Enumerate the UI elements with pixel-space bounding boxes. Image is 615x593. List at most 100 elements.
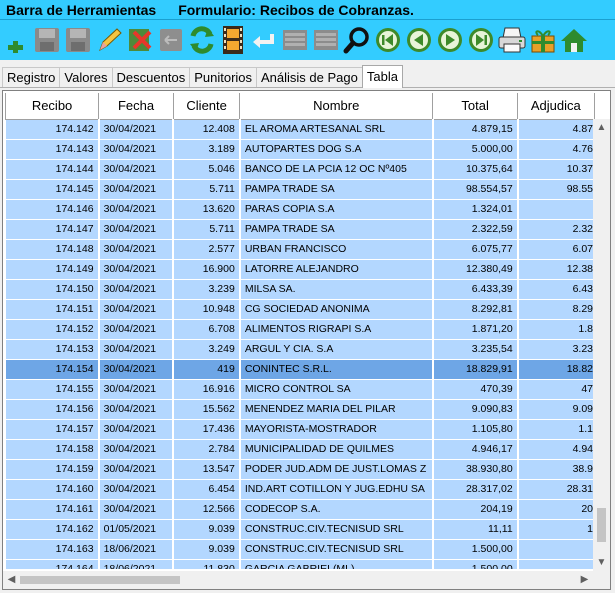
cell-recibo[interactable]: 174.164 bbox=[5, 558, 100, 569]
column-header-fecha[interactable]: Fecha bbox=[98, 93, 174, 120]
cell-total[interactable]: 204,19 bbox=[432, 498, 519, 520]
table-row[interactable]: 174.150 30/04/2021 3.239 MILSA SA. 6.433,39 6… bbox=[5, 278, 595, 300]
cell-adjudica[interactable]: 1.8 bbox=[517, 318, 595, 340]
cell-recibo[interactable]: 174.149 bbox=[5, 258, 100, 280]
cell-fecha[interactable]: 30/04/2021 bbox=[98, 278, 175, 300]
table-row[interactable]: 174.142 30/04/2021 12.408 EL AROMA ARTESANA… bbox=[5, 118, 595, 140]
cell-cliente[interactable]: 9.039 bbox=[172, 518, 241, 540]
cell-nombre[interactable]: LATORRE ALEJANDRO bbox=[239, 258, 434, 280]
cell-adjudica[interactable] bbox=[517, 538, 595, 560]
cell-recibo[interactable]: 174.144 bbox=[5, 158, 100, 180]
cell-fecha[interactable]: 30/04/2021 bbox=[98, 178, 175, 200]
next-record-button[interactable] bbox=[434, 23, 465, 57]
cell-total[interactable]: 4.879,15 bbox=[432, 118, 519, 140]
cell-fecha[interactable]: 30/04/2021 bbox=[98, 498, 175, 520]
cell-fecha[interactable]: 30/04/2021 bbox=[98, 198, 175, 220]
cell-fecha[interactable]: 30/04/2021 bbox=[98, 378, 175, 400]
cell-cliente[interactable]: 3.239 bbox=[172, 278, 241, 300]
cell-recibo[interactable]: 174.143 bbox=[5, 138, 100, 160]
cell-nombre[interactable]: ARGUL Y CIA. S.A bbox=[239, 338, 434, 360]
cell-nombre[interactable]: ALIMENTOS RIGRAPI S.A bbox=[239, 318, 434, 340]
cell-cliente[interactable]: 16.916 bbox=[172, 378, 241, 400]
cell-adjudica[interactable]: 3.23 bbox=[517, 338, 595, 360]
cell-adjudica[interactable]: 4.94 bbox=[517, 438, 595, 460]
cell-nombre[interactable]: AUTOPARTES DOG S.A bbox=[239, 138, 434, 160]
cell-adjudica[interactable]: 10.37 bbox=[517, 158, 595, 180]
cell-recibo[interactable]: 174.159 bbox=[5, 458, 100, 480]
cell-total[interactable]: 6.433,39 bbox=[432, 278, 519, 300]
cell-cliente[interactable]: 419 bbox=[172, 358, 241, 380]
horizontal-scroll-thumb[interactable] bbox=[20, 576, 180, 584]
cell-nombre[interactable]: CODECOP S.A. bbox=[239, 498, 434, 520]
cell-nombre[interactable]: PARAS COPIA S.A bbox=[239, 198, 434, 220]
cell-adjudica[interactable]: 9.09 bbox=[517, 398, 595, 420]
cell-fecha[interactable]: 01/05/2021 bbox=[98, 518, 175, 540]
cell-nombre[interactable]: URBAN FRANCISCO bbox=[239, 238, 434, 260]
table-row[interactable]: 174.162 01/05/2021 9.039 CONSTRUC.CIV.TECNI… bbox=[5, 518, 595, 540]
cell-adjudica[interactable]: 20 bbox=[517, 498, 595, 520]
add-button[interactable] bbox=[0, 23, 31, 57]
cell-cliente[interactable]: 6.708 bbox=[172, 318, 241, 340]
cell-recibo[interactable]: 174.151 bbox=[5, 298, 100, 320]
cell-nombre[interactable]: PAMPA TRADE SA bbox=[239, 178, 434, 200]
cell-fecha[interactable]: 30/04/2021 bbox=[98, 158, 175, 180]
cell-recibo[interactable]: 174.154 bbox=[5, 358, 100, 380]
cell-cliente[interactable]: 5.711 bbox=[172, 218, 241, 240]
cell-adjudica[interactable]: 1.1 bbox=[517, 418, 595, 440]
cell-adjudica[interactable]: 28.31 bbox=[517, 478, 595, 500]
cell-adjudica[interactable]: 47 bbox=[517, 378, 595, 400]
gift-button[interactable] bbox=[527, 23, 558, 57]
cell-fecha[interactable]: 30/04/2021 bbox=[98, 318, 175, 340]
table-row[interactable]: 174.149 30/04/2021 16.900 LATORRE ALEJANDRO… bbox=[5, 258, 595, 280]
cell-total[interactable]: 4.946,17 bbox=[432, 438, 519, 460]
cell-total[interactable]: 98.554,57 bbox=[432, 178, 519, 200]
cell-recibo[interactable]: 174.147 bbox=[5, 218, 100, 240]
table-row[interactable]: 174.156 30/04/2021 15.562 MENENDEZ MARIA DE… bbox=[5, 398, 595, 420]
table-row[interactable]: 174.145 30/04/2021 5.711 PAMPA TRADE SA 98.5… bbox=[5, 178, 595, 200]
cell-total[interactable]: 1.324,01 bbox=[432, 198, 519, 220]
cell-fecha[interactable]: 30/04/2021 bbox=[98, 398, 175, 420]
vertical-scroll-thumb[interactable] bbox=[597, 508, 606, 543]
refresh-button[interactable] bbox=[186, 23, 217, 57]
cell-total[interactable]: 1.871,20 bbox=[432, 318, 519, 340]
cell-total[interactable]: 1.105,80 bbox=[432, 418, 519, 440]
cell-recibo[interactable]: 174.160 bbox=[5, 478, 100, 500]
film-button[interactable] bbox=[217, 23, 248, 57]
tab-tabla[interactable]: Tabla bbox=[361, 65, 403, 88]
scroll-down-icon[interactable]: ▼ bbox=[593, 554, 610, 571]
table-row[interactable]: 174.143 30/04/2021 3.189 AUTOPARTES DOG S.A… bbox=[5, 138, 595, 160]
cell-cliente[interactable]: 12.408 bbox=[172, 118, 241, 140]
cell-nombre[interactable]: PODER JUD.ADM DE JUST.LOMAS Z bbox=[239, 458, 434, 480]
cell-fecha[interactable]: 30/04/2021 bbox=[98, 438, 175, 460]
cell-adjudica[interactable]: 1 bbox=[517, 518, 595, 540]
cell-total[interactable]: 2.322,59 bbox=[432, 218, 519, 240]
cell-recibo[interactable]: 174.162 bbox=[5, 518, 100, 540]
scroll-right-icon[interactable]: ▶ bbox=[576, 571, 593, 589]
table-row[interactable]: 174.147 30/04/2021 5.711 PAMPA TRADE SA 2.32… bbox=[5, 218, 595, 240]
cell-adjudica[interactable]: 6.07 bbox=[517, 238, 595, 260]
cell-nombre[interactable]: EL AROMA ARTESANAL SRL bbox=[239, 118, 434, 140]
vertical-scrollbar[interactable]: ▲ ▼ bbox=[593, 119, 610, 571]
tab-an-lisis-de-pago[interactable]: Análisis de Pago bbox=[256, 67, 363, 87]
cell-recibo[interactable]: 174.148 bbox=[5, 238, 100, 260]
cell-total[interactable]: 11,11 bbox=[432, 518, 519, 540]
cell-nombre[interactable]: BANCO DE LA PCIA 12 OC Nº405 bbox=[239, 158, 434, 180]
cell-fecha[interactable]: 30/04/2021 bbox=[98, 138, 175, 160]
cell-total[interactable]: 3.235,54 bbox=[432, 338, 519, 360]
cell-fecha[interactable]: 30/04/2021 bbox=[98, 478, 175, 500]
table-row[interactable]: 174.163 18/06/2021 9.039 CONSTRUC.CIV.TECNI… bbox=[5, 538, 595, 560]
cell-cliente[interactable]: 6.454 bbox=[172, 478, 241, 500]
cell-recibo[interactable]: 174.155 bbox=[5, 378, 100, 400]
cell-nombre[interactable]: MENENDEZ MARIA DEL PILAR bbox=[239, 398, 434, 420]
cell-fecha[interactable]: 30/04/2021 bbox=[98, 418, 175, 440]
cell-nombre[interactable]: MAYORISTA-MOSTRADOR bbox=[239, 418, 434, 440]
cell-total[interactable]: 12.380,49 bbox=[432, 258, 519, 280]
cell-total[interactable]: 1.500,00 bbox=[432, 538, 519, 560]
scroll-up-icon[interactable]: ▲ bbox=[593, 119, 610, 136]
cell-adjudica[interactable]: 4.76 bbox=[517, 138, 595, 160]
cell-recibo[interactable]: 174.152 bbox=[5, 318, 100, 340]
cell-total[interactable]: 5.000,00 bbox=[432, 138, 519, 160]
cell-nombre[interactable]: GARCIA GABRIEL(ML) bbox=[239, 558, 434, 569]
column-header-total[interactable]: Total bbox=[432, 93, 519, 120]
search-button[interactable] bbox=[341, 23, 372, 57]
